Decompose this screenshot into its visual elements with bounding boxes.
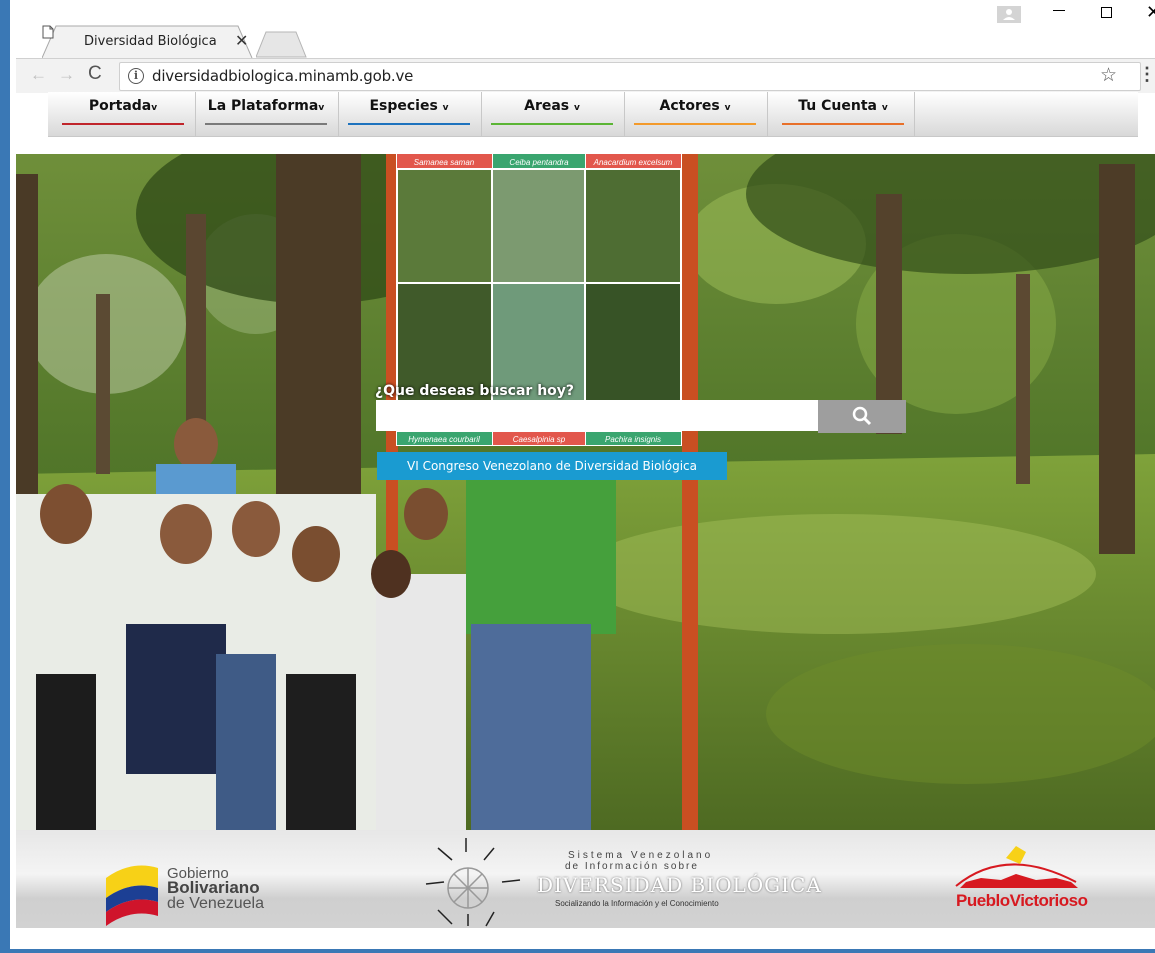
browser-tab[interactable]: Diversidad Biológica ✕: [42, 25, 253, 58]
nav-caret: v: [442, 103, 449, 113]
window-frame-left: [0, 0, 10, 953]
nav-underline: [491, 123, 613, 125]
nav-label: Portada: [88, 98, 152, 114]
page-icon: [42, 25, 54, 39]
hero-photo: Samanea saman Ceiba pentandra Anacardium e…: [16, 154, 1155, 830]
minimize-icon[interactable]: [1053, 10, 1065, 11]
sign-species-label: Hymenaea courbaril: [408, 435, 480, 444]
window-frame-bottom: [0, 949, 1155, 953]
nav-separator: [481, 92, 482, 136]
nav-label: Tu Cuenta: [798, 98, 877, 114]
nav-underline: [62, 123, 184, 125]
nav-item-actores[interactable]: Actores v: [634, 98, 756, 125]
address-bar[interactable]: i diversidadbiologica.minamb.gob.ve ☆: [119, 62, 1141, 91]
sign-species-label: Pachira insignis: [605, 435, 661, 444]
nav-caret: v: [574, 103, 580, 113]
gobierno-line3: de Venezuela: [167, 895, 264, 912]
sistema-line4: Socializando la Información y el Conocim…: [555, 899, 719, 908]
sistema-line3: DIVERSIDAD BIOLÓGICA: [537, 873, 822, 897]
sign-species-label: Caesalpinia sp: [513, 435, 566, 444]
site-info-icon[interactable]: i: [128, 68, 144, 84]
nav-caret: v: [881, 103, 888, 113]
nav-separator: [624, 92, 625, 136]
biodiversity-emblem: [425, 838, 521, 927]
forward-arrow-icon[interactable]: →: [58, 65, 75, 85]
tab-title: Diversidad Biológica: [84, 34, 217, 49]
pueblo-victorioso-logo: [955, 846, 1078, 888]
nav-item-especies[interactable]: Especies v: [348, 98, 470, 125]
url-text[interactable]: diversidadbiologica.minamb.gob.ve: [152, 67, 413, 85]
nav-underline: [205, 123, 327, 125]
sistema-line2: de Información sobre: [565, 861, 699, 872]
nav-label: Areas: [524, 98, 570, 114]
site-navigation: Portadav La Plataformav Especies v Areas…: [48, 92, 1138, 137]
browser-titlebar: Diversidad Biológica ✕ ✕: [16, 0, 1155, 58]
search-prompt-label: ¿Que deseas buscar hoy?: [375, 383, 575, 399]
nav-separator: [338, 92, 339, 136]
nav-separator: [767, 92, 768, 136]
pueblo-victorioso-text: PuebloVictorioso: [956, 891, 1088, 910]
close-window-icon[interactable]: ✕: [1146, 2, 1155, 23]
sistema-line1: Sistema Venezolano: [568, 850, 714, 861]
nav-separator: [914, 92, 915, 136]
bookmark-star-icon[interactable]: ☆: [1100, 64, 1117, 87]
nav-label: Especies: [369, 98, 438, 114]
nav-label: Actores: [659, 98, 720, 114]
user-profile-icon[interactable]: [997, 6, 1021, 23]
congreso-button[interactable]: VI Congreso Venezolano de Diversidad Bio…: [377, 452, 727, 480]
nav-caret: v: [151, 103, 158, 113]
tab-close-icon[interactable]: ✕: [235, 31, 248, 51]
sign-species-label: Anacardium excelsum: [593, 158, 673, 167]
nav-caret: v: [318, 103, 325, 113]
nav-underline: [348, 123, 470, 125]
sign-species-label: Samanea saman: [414, 158, 475, 167]
hero-background-scene: Samanea saman Ceiba pentandra Anacardium e…: [16, 154, 1155, 830]
nav-underline: [634, 123, 756, 125]
nav-item-tu-cuenta[interactable]: Tu Cuenta v: [782, 98, 904, 125]
search-button[interactable]: [818, 400, 906, 433]
search-input[interactable]: [376, 400, 818, 431]
nav-item-portada[interactable]: Portadav: [62, 98, 184, 125]
maximize-icon[interactable]: [1101, 7, 1112, 18]
gobierno-flag-icon: [106, 865, 158, 926]
search-icon: [852, 406, 872, 426]
nav-underline: [782, 123, 904, 125]
nav-item-areas[interactable]: Areas v: [491, 98, 613, 125]
browser-menu-icon[interactable]: ⋮: [1138, 64, 1155, 85]
back-arrow-icon[interactable]: ←: [30, 65, 47, 85]
nav-label: La Plataforma: [207, 98, 319, 114]
nav-caret: v: [724, 103, 731, 113]
reload-icon[interactable]: C: [88, 63, 102, 85]
browser-toolbar: ← → C i diversidadbiologica.minamb.gob.v…: [16, 58, 1155, 93]
sign-species-label: Ceiba pentandra: [509, 158, 569, 167]
nav-item-la-plataforma[interactable]: La Plataformav: [205, 98, 327, 125]
nav-separator: [195, 92, 196, 136]
new-tab-button[interactable]: [256, 31, 308, 58]
